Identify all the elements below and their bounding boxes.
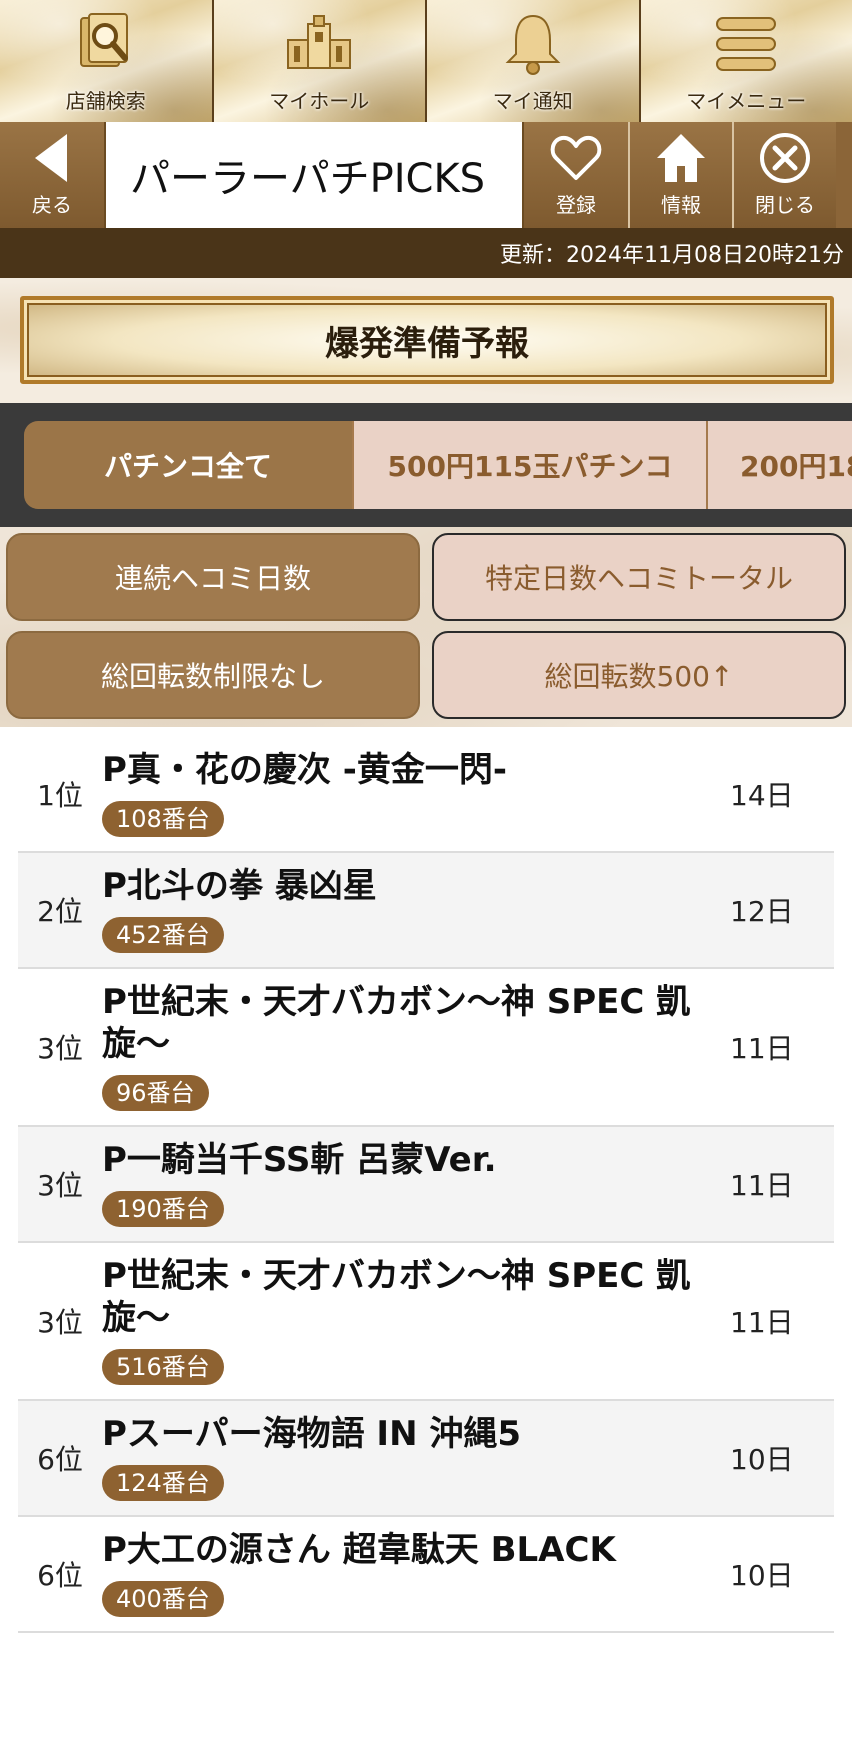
- rank-label: 3位: [37, 1306, 83, 1339]
- bell-icon: [505, 14, 561, 75]
- unit-number-badge: 400番台: [102, 1581, 224, 1617]
- back-button-label: 戻る: [32, 193, 72, 217]
- info-button[interactable]: 情報: [628, 122, 732, 228]
- unit-number-badge: 108番台: [102, 801, 224, 837]
- close-button[interactable]: 閉じる: [732, 122, 836, 228]
- ranking-row[interactable]: 3位 P一騎当千SS斬 呂蒙Ver. 190番台 11日: [18, 1127, 834, 1243]
- close-button-label: 閉じる: [755, 193, 815, 217]
- machine-name: P北斗の拳 暴凶星: [102, 866, 377, 906]
- heart-icon: [550, 135, 602, 180]
- tab-500yen-115[interactable]: 500円115玉パチンコ: [354, 421, 708, 509]
- unit-number-badge: 516番台: [102, 1349, 224, 1385]
- category-tabs: パチンコ全て 500円115玉パチンコ 200円18: [0, 403, 852, 527]
- machine-name: Pスーパー海物語 IN 沖縄5: [102, 1414, 522, 1454]
- day-count: 11日: [730, 1306, 794, 1339]
- filter-specific-days-total[interactable]: 特定日数ヘコミトータル: [432, 533, 846, 621]
- nav-store-search-label: 店舗検索: [65, 89, 146, 113]
- nav-my-menu[interactable]: マイメニュー: [640, 0, 852, 122]
- update-timestamp: 更新：2024年11月08日20時21分: [0, 228, 852, 278]
- day-count: 10日: [730, 1443, 794, 1476]
- ranking-row[interactable]: 3位 P世紀末・天才バカボン〜神 SPEC 凱旋〜 516番台 11日: [18, 1243, 834, 1401]
- nav-my-menu-label: マイメニュー: [686, 89, 807, 113]
- header-bar: 戻る パーラーパチPICKS 登録 情報 閉じる: [0, 122, 852, 228]
- rank-label: 3位: [37, 1032, 83, 1065]
- store-search-icon: [79, 13, 128, 67]
- unit-number-badge: 452番台: [102, 917, 224, 953]
- day-count: 12日: [730, 895, 794, 928]
- day-count: 11日: [730, 1169, 794, 1202]
- unit-number-badge: 190番台: [102, 1191, 224, 1227]
- back-arrow-icon: [35, 134, 67, 182]
- page-title: パーラーパチPICKS: [104, 122, 524, 228]
- nav-my-hall-label: マイホール: [269, 89, 370, 113]
- rank-label: 3位: [37, 1169, 83, 1202]
- filter-spins-500-plus[interactable]: 総回転数500↑: [432, 631, 846, 719]
- ranking-row[interactable]: 3位 P世紀末・天才バカボン〜神 SPEC 凱旋〜 96番台 11日: [18, 969, 834, 1127]
- top-navigation: 店舗検索 マイホール マイ通知 マイメニュー: [0, 0, 852, 122]
- register-button-label: 登録: [556, 193, 596, 217]
- machine-name: P大工の源さん 超韋駄天 BLACK: [102, 1530, 616, 1570]
- day-count: 11日: [730, 1032, 794, 1065]
- ranking-row[interactable]: 2位 P北斗の拳 暴凶星 452番台 12日: [18, 853, 834, 969]
- machine-name: P世紀末・天才バカボン〜神 SPEC 凱旋〜: [102, 1256, 691, 1338]
- day-count: 10日: [730, 1559, 794, 1592]
- rank-label: 6位: [37, 1443, 83, 1476]
- rank-label: 2位: [37, 895, 83, 928]
- ranking-row[interactable]: 1位 P真・花の慶次 -黄金一閃- 108番台 14日: [18, 737, 834, 853]
- day-count: 14日: [730, 779, 794, 812]
- rank-label: 1位: [37, 779, 83, 812]
- ranking-row[interactable]: 6位 Pスーパー海物語 IN 沖縄5 124番台 10日: [18, 1401, 834, 1517]
- machine-name: P世紀末・天才バカボン〜神 SPEC 凱旋〜: [102, 982, 691, 1064]
- ranking-row[interactable]: 6位 P大工の源さん 超韋駄天 BLACK 400番台 10日: [18, 1517, 834, 1633]
- unit-number-badge: 124番台: [102, 1465, 224, 1501]
- ranking-list: 1位 P真・花の慶次 -黄金一閃- 108番台 14日 2位 P北斗の拳 暴凶星…: [18, 737, 834, 1633]
- tab-200yen[interactable]: 200円18: [708, 421, 852, 509]
- nav-my-hall[interactable]: マイホール: [213, 0, 425, 122]
- forecast-banner: 爆発準備予報: [20, 296, 834, 384]
- tab-pachinko-all[interactable]: パチンコ全て: [24, 421, 354, 509]
- unit-number-badge: 96番台: [102, 1075, 209, 1111]
- nav-store-search[interactable]: 店舗検索: [0, 0, 212, 122]
- filter-spins-unlimited[interactable]: 総回転数制限なし: [6, 631, 420, 719]
- back-button[interactable]: 戻る: [0, 122, 104, 228]
- filter-panel: 連続ヘコミ日数 特定日数ヘコミトータル 総回転数制限なし 総回転数500↑: [0, 527, 852, 727]
- nav-my-notification-label: マイ通知: [492, 89, 573, 113]
- tab-strip[interactable]: パチンコ全て 500円115玉パチンコ 200円18: [24, 421, 852, 509]
- banner-area: 爆発準備予報: [0, 278, 852, 403]
- menu-icon: [716, 17, 777, 71]
- filter-consecutive-days[interactable]: 連続ヘコミ日数: [6, 533, 420, 621]
- info-button-label: 情報: [661, 193, 701, 217]
- nav-my-notification[interactable]: マイ通知: [427, 0, 639, 122]
- machine-name: P真・花の慶次 -黄金一閃-: [102, 750, 507, 790]
- home-icon: [657, 134, 705, 182]
- register-button[interactable]: 登録: [524, 122, 628, 228]
- rank-label: 6位: [37, 1559, 83, 1592]
- close-icon: [760, 133, 810, 183]
- machine-name: P一騎当千SS斬 呂蒙Ver.: [102, 1140, 497, 1180]
- hall-building-icon: [287, 15, 352, 69]
